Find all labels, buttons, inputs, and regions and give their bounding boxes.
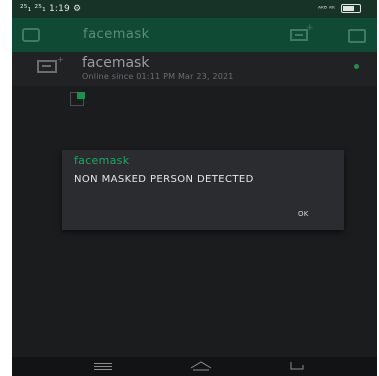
window-icon[interactable] bbox=[348, 29, 366, 43]
device-plus-icon: + bbox=[57, 55, 64, 64]
status-bar: ²⁵₁ ²⁵₁ 1:19 ⚙ ᴬᴷᴮ ᴷᴷ bbox=[12, 0, 377, 18]
battery-icon bbox=[341, 4, 361, 13]
home-icon[interactable] bbox=[189, 360, 213, 372]
device-icon bbox=[37, 60, 57, 73]
ok-button[interactable]: OK bbox=[294, 208, 313, 220]
led-indicator bbox=[77, 92, 85, 99]
phone-screen: ²⁵₁ ²⁵₁ 1:19 ⚙ ᴬᴷᴮ ᴷᴷ facemask + + facem… bbox=[12, 0, 377, 376]
online-status-dot bbox=[354, 64, 359, 69]
plus-icon: + bbox=[306, 23, 314, 33]
navigation-bar bbox=[12, 357, 377, 376]
device-title[interactable]: facemask bbox=[82, 55, 149, 71]
status-time: ²⁵₁ ²⁵₁ 1:19 ⚙ bbox=[20, 4, 82, 14]
status-indicators: ᴬᴷᴮ ᴷᴷ bbox=[318, 4, 361, 13]
alert-dialog: facemask NON MASKED PERSON DETECTED OK bbox=[62, 150, 344, 230]
device-status-text: Online since 01:11 PM Mar 23, 2021 bbox=[82, 72, 234, 81]
battery-level bbox=[343, 6, 354, 11]
menu-icon[interactable] bbox=[94, 363, 112, 370]
dialog-message: NON MASKED PERSON DETECTED bbox=[74, 174, 254, 185]
dialog-title: facemask bbox=[74, 154, 130, 167]
app-toolbar: facemask + bbox=[12, 18, 377, 52]
toolbar-title: facemask bbox=[83, 27, 150, 42]
device-frame-icon[interactable] bbox=[22, 28, 40, 42]
network-speed: ᴬᴷᴮ ᴷᴷ bbox=[318, 4, 335, 13]
back-icon[interactable] bbox=[287, 361, 307, 371]
